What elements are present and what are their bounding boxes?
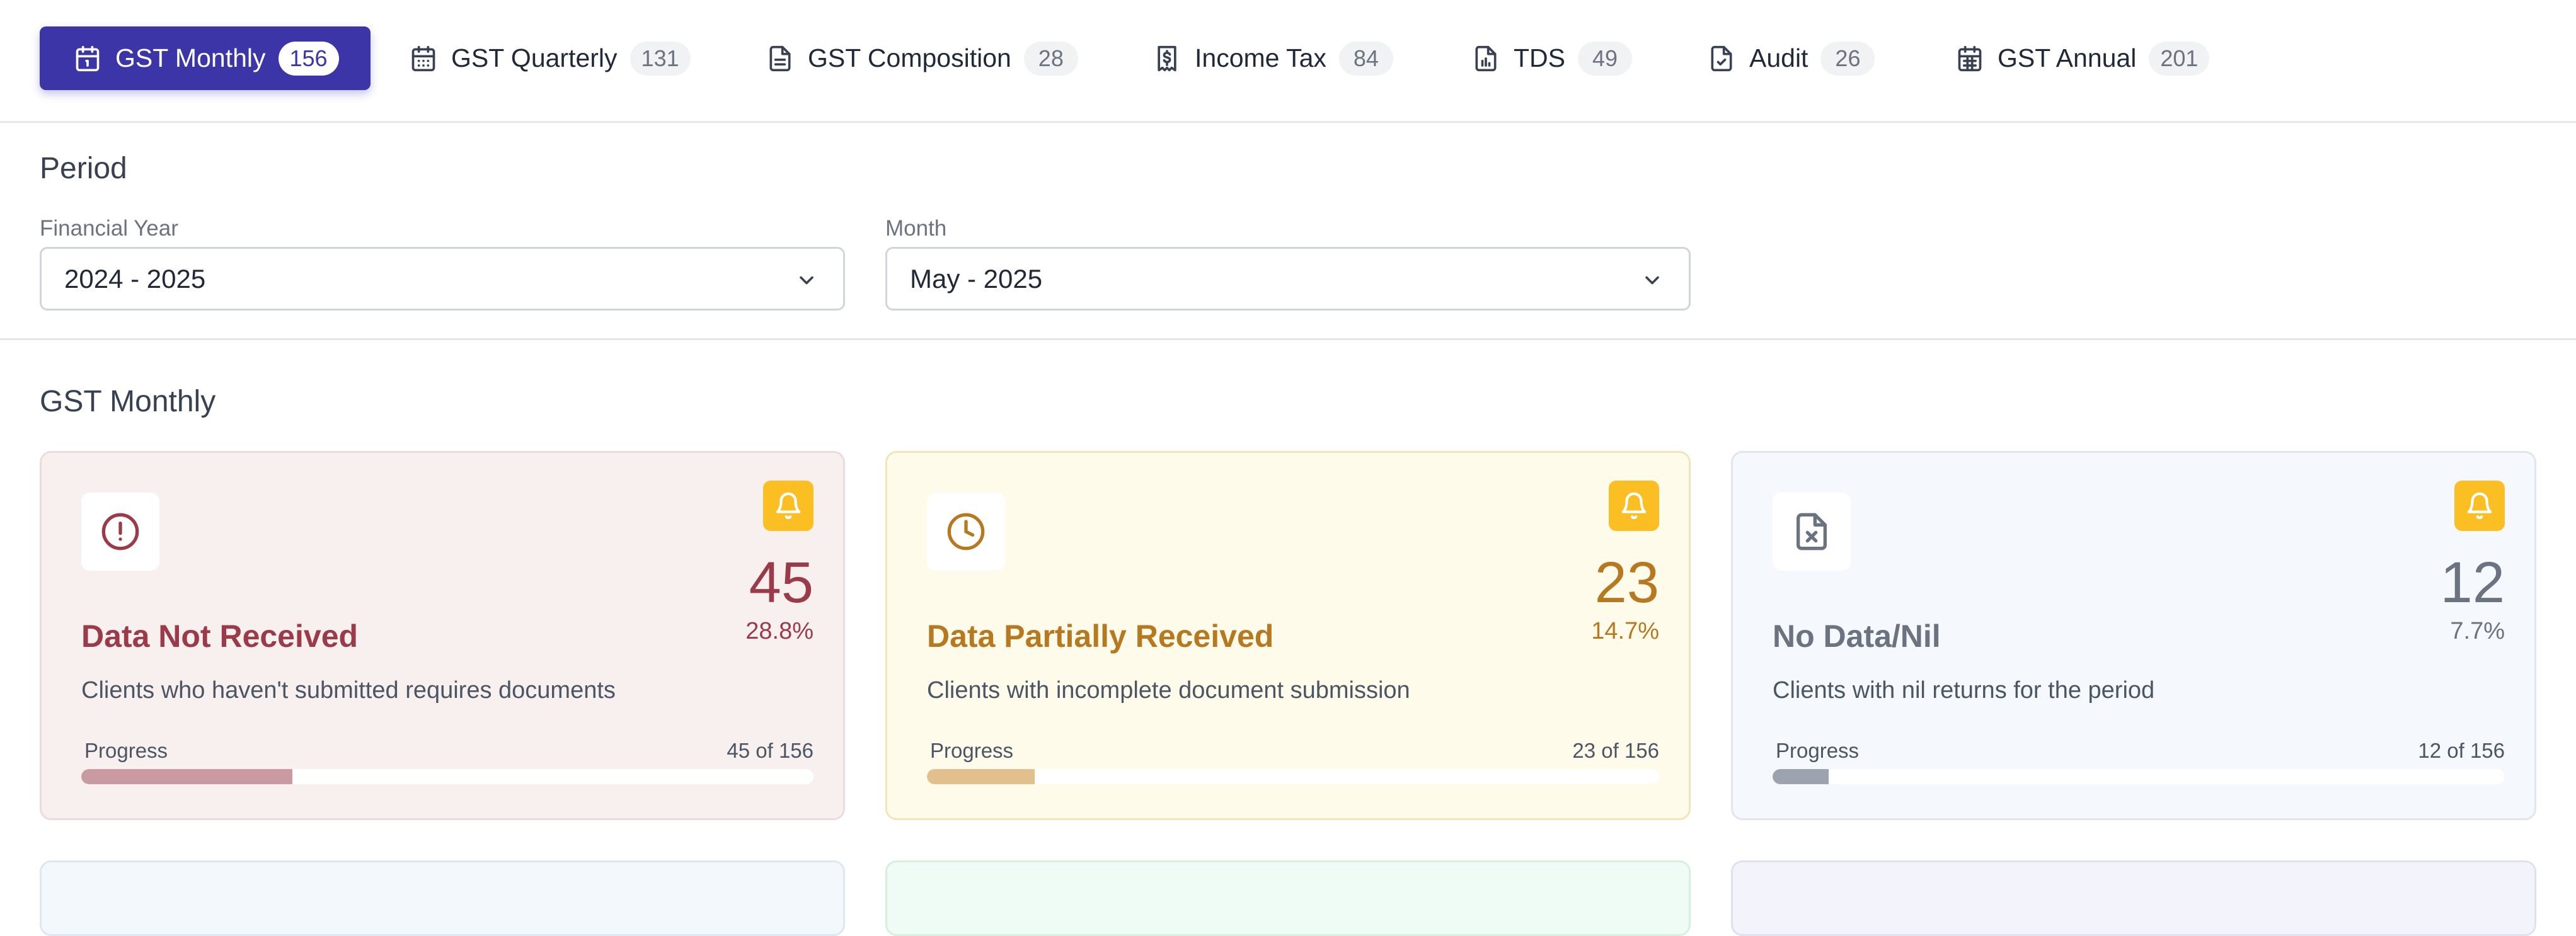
- document-icon: [766, 45, 794, 72]
- section-title: GST Monthly: [40, 385, 216, 418]
- card-description: Clients with incomplete document submiss…: [927, 677, 1410, 704]
- tab-label: Audit: [1749, 43, 1808, 72]
- status-card-partial-view[interactable]: [1731, 860, 2536, 936]
- tab-gst-annual[interactable]: GST Annual 201: [1956, 26, 2210, 90]
- card-percent: 28.8%: [745, 618, 814, 644]
- month-select[interactable]: May - 2025: [885, 247, 1691, 311]
- tab-count-badge: 49: [1578, 41, 1632, 76]
- progress-bar: [1773, 769, 2505, 784]
- card-title: Data Not Received: [81, 619, 359, 654]
- receipt-icon: [1153, 45, 1181, 72]
- tab-label: GST Composition: [808, 43, 1011, 72]
- progress-bar: [927, 769, 1659, 784]
- progress-fill: [927, 769, 1035, 784]
- card-count: 45: [749, 551, 814, 615]
- tab-count-badge: 131: [630, 41, 691, 76]
- financial-year-label: Financial Year: [40, 216, 178, 241]
- progress-count: 12 of 156: [2418, 739, 2505, 762]
- progress-fill: [81, 769, 292, 784]
- month-value: May - 2025: [910, 263, 1043, 294]
- tab-label: TDS: [1514, 43, 1565, 72]
- tab-count-badge: 28: [1023, 41, 1078, 76]
- card-percent: 14.7%: [1591, 618, 1659, 644]
- calendar-icon: [74, 45, 101, 72]
- tab-tds[interactable]: TDS 49: [1472, 26, 1632, 90]
- progress-label: Progress: [84, 739, 168, 762]
- progress-label: Progress: [930, 739, 1014, 762]
- progress-label: Progress: [1776, 739, 1860, 762]
- bell-icon[interactable]: [1609, 481, 1659, 531]
- chevron-down-icon: [800, 276, 814, 285]
- alert-circle-icon: [81, 493, 159, 571]
- tab-gst-composition[interactable]: GST Composition 28: [766, 26, 1078, 90]
- card-description: Clients with nil returns for the period: [1773, 677, 2155, 704]
- status-card-partial-view[interactable]: [885, 860, 1691, 936]
- file-x-icon: [1773, 493, 1851, 571]
- period-section: Period Financial Year 2024 - 2025 Month …: [0, 123, 2576, 340]
- tab-count-badge: 201: [2149, 41, 2210, 76]
- month-label: Month: [885, 216, 947, 241]
- financial-year-value: 2024 - 2025: [64, 263, 206, 294]
- bell-icon[interactable]: [2454, 481, 2505, 531]
- progress-count: 23 of 156: [1572, 739, 1659, 762]
- card-title: Data Partially Received: [927, 619, 1274, 654]
- category-tabs: GST Monthly 156 GST Quarterly 131 GST Co…: [0, 0, 2576, 123]
- tab-income-tax[interactable]: Income Tax 84: [1153, 26, 1393, 90]
- tab-label: GST Quarterly: [451, 43, 618, 72]
- file-check-icon: [1708, 45, 1735, 72]
- card-percent: 7.7%: [2450, 618, 2505, 644]
- status-card-partially-received[interactable]: 23 14.7% Data Partially Received Clients…: [885, 451, 1691, 820]
- card-description: Clients who haven't submitted requires d…: [81, 677, 616, 704]
- clock-icon: [927, 493, 1005, 571]
- tab-label: Income Tax: [1195, 43, 1326, 72]
- card-title: No Data/Nil: [1773, 619, 1941, 654]
- card-count: 12: [2440, 551, 2505, 615]
- tab-count-badge: 84: [1338, 41, 1393, 76]
- tab-label: GST Monthly: [115, 43, 266, 72]
- financial-year-select[interactable]: 2024 - 2025: [40, 247, 845, 311]
- tab-count-badge: 156: [278, 41, 339, 76]
- progress-bar: [81, 769, 814, 784]
- calendar-icon: [1956, 45, 1984, 72]
- tab-label: GST Annual: [1998, 43, 2137, 72]
- card-count: 23: [1594, 551, 1659, 615]
- file-chart-icon: [1472, 45, 1500, 72]
- status-card-not-received[interactable]: 45 28.8% Data Not Received Clients who h…: [40, 451, 845, 820]
- tab-audit[interactable]: Audit 26: [1708, 26, 1875, 90]
- status-card-no-data-nil[interactable]: 12 7.7% No Data/Nil Clients with nil ret…: [1731, 451, 2536, 820]
- chevron-down-icon: [1645, 276, 1659, 285]
- bell-icon[interactable]: [763, 481, 814, 531]
- progress-fill: [1773, 769, 1829, 784]
- tab-gst-quarterly[interactable]: GST Quarterly 131: [410, 26, 691, 90]
- tab-count-badge: 26: [1820, 41, 1875, 76]
- tab-gst-monthly[interactable]: GST Monthly 156: [40, 26, 371, 90]
- calendar-icon: [410, 45, 437, 72]
- status-card-partial-view[interactable]: [40, 860, 845, 936]
- progress-count: 45 of 156: [727, 739, 814, 762]
- period-title: Period: [40, 152, 127, 185]
